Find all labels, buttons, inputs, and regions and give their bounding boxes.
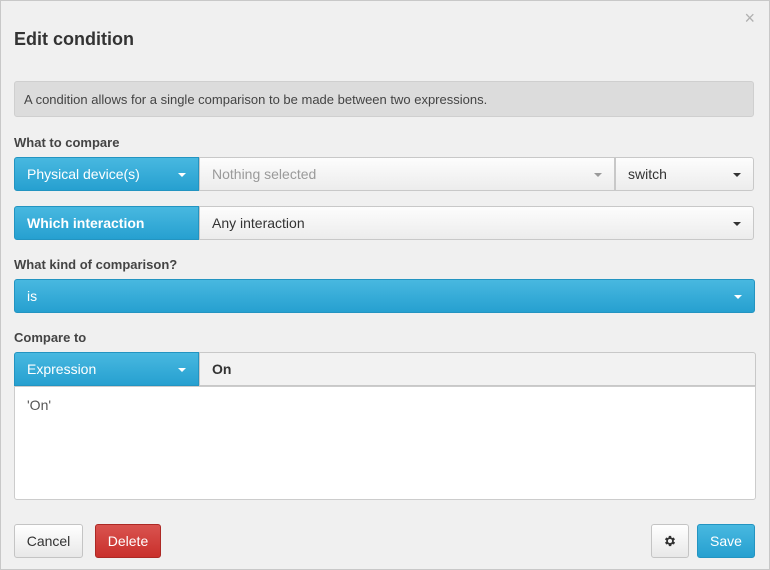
compare-row: Physical device(s) Nothing selected swit… [14, 157, 754, 191]
edit-condition-dialog: × Edit condition A condition allows for … [0, 0, 770, 570]
chevron-down-icon [734, 295, 742, 299]
device-type-select[interactable]: switch [615, 157, 754, 191]
compare-to-label: Compare to [14, 330, 87, 345]
cancel-button[interactable]: Cancel [14, 524, 83, 558]
compare-to-mode-dropdown[interactable]: Expression [14, 352, 199, 386]
settings-button[interactable] [651, 524, 689, 558]
gear-icon [664, 535, 676, 547]
compare-source-label: Physical device(s) [27, 166, 140, 182]
chevron-down-icon [178, 173, 186, 177]
what-to-compare-label: What to compare [14, 135, 120, 150]
interaction-label: Which interaction [14, 206, 199, 240]
info-alert: A condition allows for a single comparis… [14, 81, 754, 117]
device-type-value: switch [628, 166, 667, 182]
delete-button[interactable]: Delete [95, 524, 161, 558]
compare-source-dropdown[interactable]: Physical device(s) [14, 157, 199, 191]
close-icon[interactable]: × [744, 9, 755, 27]
chevron-down-icon [594, 173, 602, 177]
comparison-operator-select[interactable]: is [14, 279, 755, 313]
device-select-placeholder: Nothing selected [212, 166, 317, 182]
compare-to-row: Expression On [14, 352, 756, 386]
save-button[interactable]: Save [697, 524, 755, 558]
dialog-title: Edit condition [14, 29, 134, 49]
device-select[interactable]: Nothing selected [199, 157, 615, 191]
compare-to-mode-label: Expression [27, 361, 97, 377]
compare-to-preview: On [199, 352, 756, 386]
interaction-value: Any interaction [212, 215, 305, 231]
chevron-down-icon [733, 222, 741, 226]
interaction-select[interactable]: Any interaction [199, 206, 754, 240]
chevron-down-icon [178, 368, 186, 372]
interaction-row: Which interaction Any interaction [14, 206, 754, 240]
comparison-kind-label: What kind of comparison? [14, 257, 178, 272]
chevron-down-icon [733, 173, 741, 177]
comparison-row: is [14, 279, 755, 313]
expression-editor[interactable]: 'On' [14, 386, 756, 500]
comparison-operator-value: is [27, 288, 38, 304]
